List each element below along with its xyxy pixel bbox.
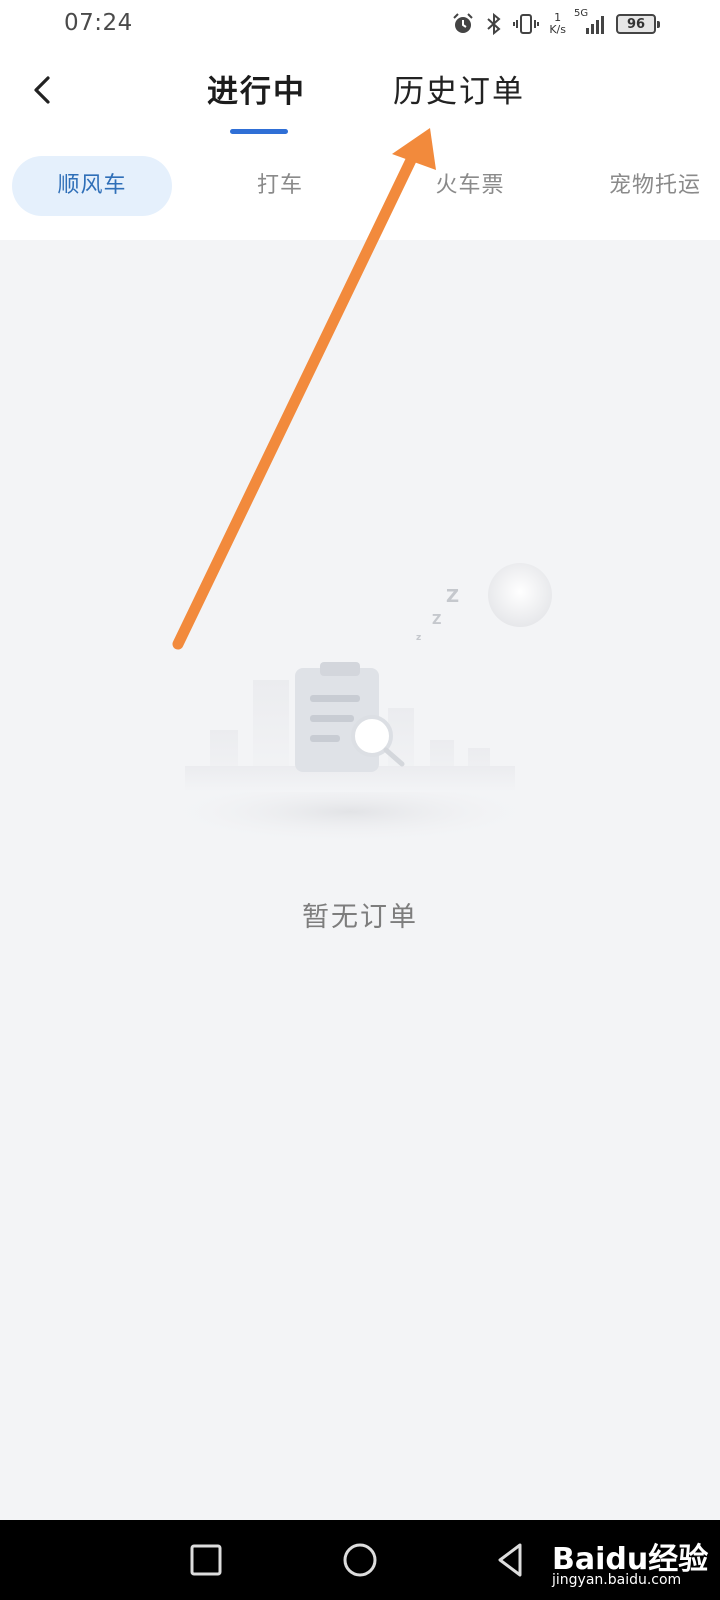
vibrate-icon [513, 12, 540, 36]
category-chip-carpool[interactable]: 顺风车 [12, 156, 172, 216]
category-chip-taxi[interactable]: 打车 [240, 156, 320, 216]
back-triangle-icon[interactable] [492, 1540, 532, 1580]
back-button[interactable] [22, 70, 62, 110]
net-speed-unit: K/s [549, 23, 566, 36]
alarm-icon [451, 12, 475, 36]
network-type: 5G [574, 8, 589, 19]
chevron-left-icon [34, 76, 50, 104]
watermark: Baidu经验 jingyan.baidu.com [552, 1530, 717, 1590]
svg-text:z: z [416, 633, 421, 643]
status-bar: 07:24 1 K/s 5G 96 [0, 0, 720, 48]
tab-order-history[interactable]: 历史订单 [393, 70, 525, 114]
empty-order-illustration: Z Z z [160, 563, 552, 844]
tab-in-progress[interactable]: 进行中 [207, 70, 306, 114]
home-icon[interactable] [340, 1540, 380, 1580]
signal-icon: 5G [574, 8, 606, 36]
battery-icon: 96 [616, 14, 660, 34]
recent-apps-icon[interactable] [186, 1540, 226, 1580]
svg-text:Z: Z [446, 586, 459, 607]
watermark-url: jingyan.baidu.com [552, 1572, 682, 1588]
status-icons: 1 K/s 5G 96 [451, 8, 660, 38]
status-time: 07:24 [64, 10, 133, 36]
category-chip-pet-shipping[interactable]: 宠物托运 [600, 156, 710, 216]
active-tab-indicator [230, 129, 288, 134]
category-chip-train-ticket[interactable]: 火车票 [420, 156, 520, 216]
system-nav-bar: Baidu经验 jingyan.baidu.com [0, 1520, 720, 1600]
bluetooth-icon [485, 12, 503, 36]
svg-text:Z: Z [432, 613, 441, 628]
empty-state-message: 暂无订单 [302, 902, 418, 933]
network-speed: 1 K/s [549, 12, 566, 36]
